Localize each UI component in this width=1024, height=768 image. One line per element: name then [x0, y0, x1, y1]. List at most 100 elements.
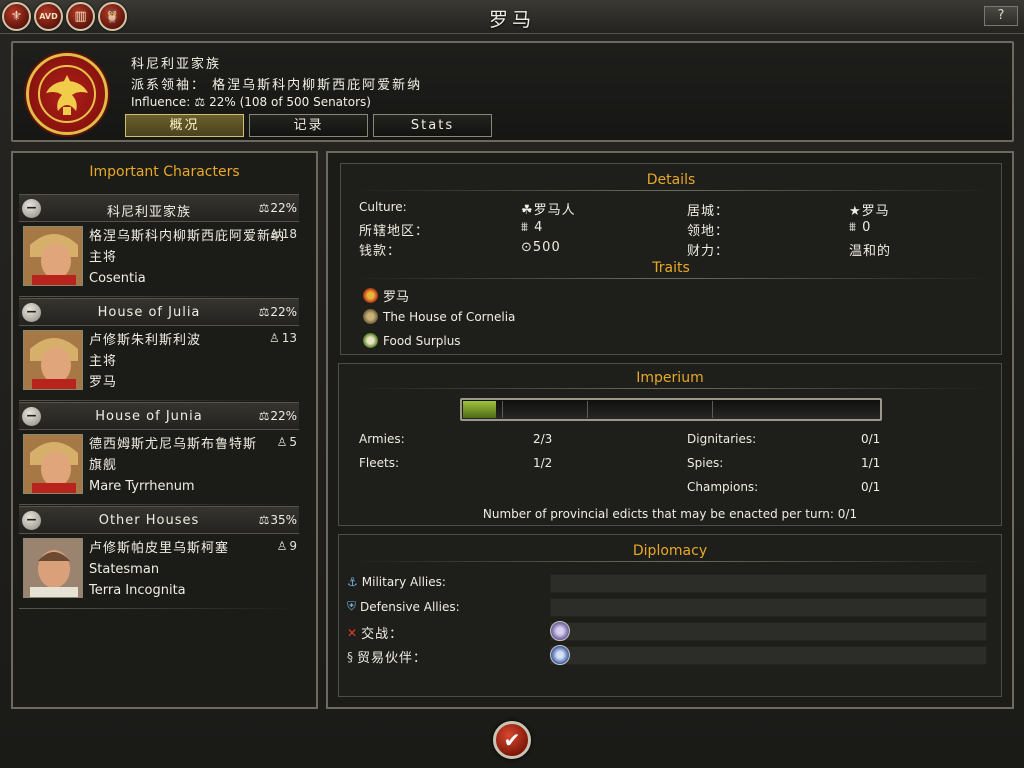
regions-label: 所辖地区：	[359, 224, 430, 239]
faction-leader: 派系领袖： 格涅乌斯科内柳斯西庇阿爱新纳	[131, 74, 422, 93]
character-portrait[interactable]	[23, 538, 83, 598]
group-influence-value: 35%	[270, 513, 297, 527]
tab-overview[interactable]: 概况	[125, 114, 244, 137]
character-role: Statesman	[89, 562, 160, 577]
money-value: ⊙500	[521, 240, 561, 255]
dignitaries-label: Dignitaries:	[687, 432, 757, 446]
culture-text: 罗马人	[533, 203, 576, 218]
group-header: − 科尼利亚家族 ⚖ 22%	[19, 194, 299, 222]
characters-heading: Important Characters	[89, 164, 240, 180]
character-info: 卢修斯朱利斯利波 主将 罗马	[89, 330, 201, 393]
military-allies-row: ⚓ Military Allies:	[347, 575, 446, 589]
trade-partner-icon[interactable]	[550, 645, 570, 665]
group-influence-value: 22%	[270, 409, 297, 423]
faction-window: ⚜ AVD ▥ 🦉 罗马 ? 科尼利亚家族 派系领袖： 格涅乌斯科内柳斯西庇阿爱…	[0, 0, 1024, 768]
group-header: − House of Julia ⚖ 22%	[19, 298, 299, 326]
spies-value: 1/1	[861, 456, 881, 470]
trait-item[interactable]: The House of Cornelia	[363, 309, 515, 324]
character-info: 格涅乌斯科内柳斯西庇阿爱新纳 主将 Cosentia	[89, 226, 285, 289]
tab-records[interactable]: 记录	[249, 114, 368, 137]
money-label: 钱款：	[359, 244, 402, 259]
help-button[interactable]: ?	[984, 6, 1018, 26]
trade-list	[550, 646, 987, 665]
faction-overview-panel: Details Culture: ☘罗马人 所辖地区： ⩩ 4 钱款： ⊙500…	[326, 151, 1014, 709]
confirm-button[interactable]: ✔	[493, 721, 531, 759]
divider	[349, 561, 991, 562]
character-stat-value: 18	[281, 227, 297, 241]
character-row[interactable]: 卢修斯朱利斯利波 主将 罗马 ♙ 13	[19, 326, 299, 401]
character-stat: ♙ 5	[277, 435, 297, 449]
champions-label: Champions:	[687, 480, 759, 494]
crossed-swords-icon: ✕	[347, 625, 358, 640]
divider	[19, 296, 299, 297]
collapse-button[interactable]: −	[22, 511, 41, 530]
character-row[interactable]: 德西姆斯尤尼乌斯布鲁特斯 旗舰 Mare Tyrrhenum ♙ 5	[19, 430, 299, 505]
military-allies-label: Military Allies:	[361, 575, 446, 589]
influence-value: 22% (108 of 500 Senators)	[209, 95, 371, 109]
character-group: − Other Houses ⚖ 35% 卢修斯帕皮里乌斯柯塞 Statesman…	[19, 506, 299, 609]
character-role: 旗舰	[89, 458, 118, 473]
collapse-button[interactable]: −	[22, 303, 41, 322]
wealth-value: 温和的	[849, 244, 892, 259]
diplomacy-section: Diplomacy ⚓ Military Allies: ⛨ Defensive…	[338, 534, 1002, 697]
character-portrait[interactable]	[23, 226, 83, 286]
collapse-button[interactable]: −	[22, 199, 41, 218]
edicts-text: Number of provincial edicts that may be …	[482, 507, 858, 521]
territory-text: 0	[862, 220, 872, 235]
capital-value: ★罗马	[849, 200, 890, 219]
scales-icon: ⚖	[258, 201, 270, 215]
character-row[interactable]: 格涅乌斯科内柳斯西庇阿爱新纳 主将 Cosentia ♙ 18	[19, 222, 299, 297]
leader-label: 派系领袖：	[131, 78, 207, 93]
fleets-label: Fleets:	[359, 456, 400, 470]
influence-line: Influence: ⚖ 22% (108 of 500 Senators)	[131, 95, 371, 109]
character-stat: ♙ 9	[277, 539, 297, 553]
character-portrait[interactable]	[23, 434, 83, 494]
star-icon: ★	[849, 204, 862, 219]
trade-row: § 贸易伙伴：	[347, 647, 427, 667]
regions-value: ⩩ 4	[521, 220, 543, 235]
wealth-label: 财力：	[687, 244, 730, 259]
important-characters-panel: Important Characters − 科尼利亚家族 ⚖ 22% 格涅乌斯科…	[11, 151, 318, 709]
character-stat-value: 5	[289, 435, 297, 449]
trait-item[interactable]: 罗马	[363, 286, 409, 305]
armies-label: Armies:	[359, 432, 405, 446]
character-group: − House of Julia ⚖ 22% 卢修斯朱利斯利波 主将 罗马 ♙ 13	[19, 298, 299, 401]
tab-stats[interactable]: Stats	[373, 114, 492, 137]
divider	[19, 504, 299, 505]
character-info: 卢修斯帕皮里乌斯柯塞 Statesman Terra Incognita	[89, 538, 229, 601]
divider	[19, 400, 299, 401]
character-role: 主将	[89, 250, 118, 265]
window-title: 罗马	[488, 9, 535, 31]
imperium-heading: Imperium	[636, 370, 704, 386]
group-name: Other Houses	[98, 513, 200, 528]
faction-name: 科尼利亚家族	[131, 57, 222, 72]
diplomacy-heading: Diplomacy	[632, 543, 708, 559]
regions-text: 4	[534, 220, 544, 235]
region-icon: ⩩	[521, 220, 529, 235]
faction-header: 科尼利亚家族 派系领袖： 格涅乌斯科内柳斯西庇阿爱新纳 Influence: ⚖…	[11, 41, 1014, 142]
character-name: 德西姆斯尤尼乌斯布鲁特斯	[89, 437, 258, 452]
collapse-button[interactable]: −	[22, 407, 41, 426]
war-row: ✕ 交战：	[347, 623, 403, 643]
defensive-allies-list	[550, 598, 987, 617]
spies-label: Spies:	[687, 456, 724, 470]
character-portrait[interactable]	[23, 330, 83, 390]
group-influence-value: 22%	[270, 201, 297, 215]
person-icon: ♙	[268, 227, 280, 241]
capital-text: 罗马	[861, 204, 890, 219]
scales-icon: ⚖	[258, 305, 270, 319]
trait-item[interactable]: Food Surplus	[363, 333, 461, 348]
eagle-emblem-icon	[26, 53, 108, 135]
imperium-section: Imperium Armies: 2/3 Fleets: 1/2 Dignita…	[338, 363, 1002, 526]
character-stat-value: 9	[289, 539, 297, 553]
champions-value: 0/1	[861, 480, 881, 494]
enemy-faction-icon[interactable]	[550, 621, 570, 641]
character-location: Terra Incognita	[89, 583, 186, 598]
defensive-allies-row: ⛨ Defensive Allies:	[347, 599, 460, 614]
character-row[interactable]: 卢修斯帕皮里乌斯柯塞 Statesman Terra Incognita ♙ 9	[19, 534, 299, 609]
details-section: Details Culture: ☘罗马人 所辖地区： ⩩ 4 钱款： ⊙500…	[340, 163, 1002, 355]
person-icon: ♙	[268, 331, 280, 345]
character-group: − 科尼利亚家族 ⚖ 22% 格涅乌斯科内柳斯西庇阿爱新纳 主将 Cosentia…	[19, 194, 299, 297]
shield-icon: ⛨	[347, 599, 357, 613]
progress-tick	[587, 401, 588, 418]
